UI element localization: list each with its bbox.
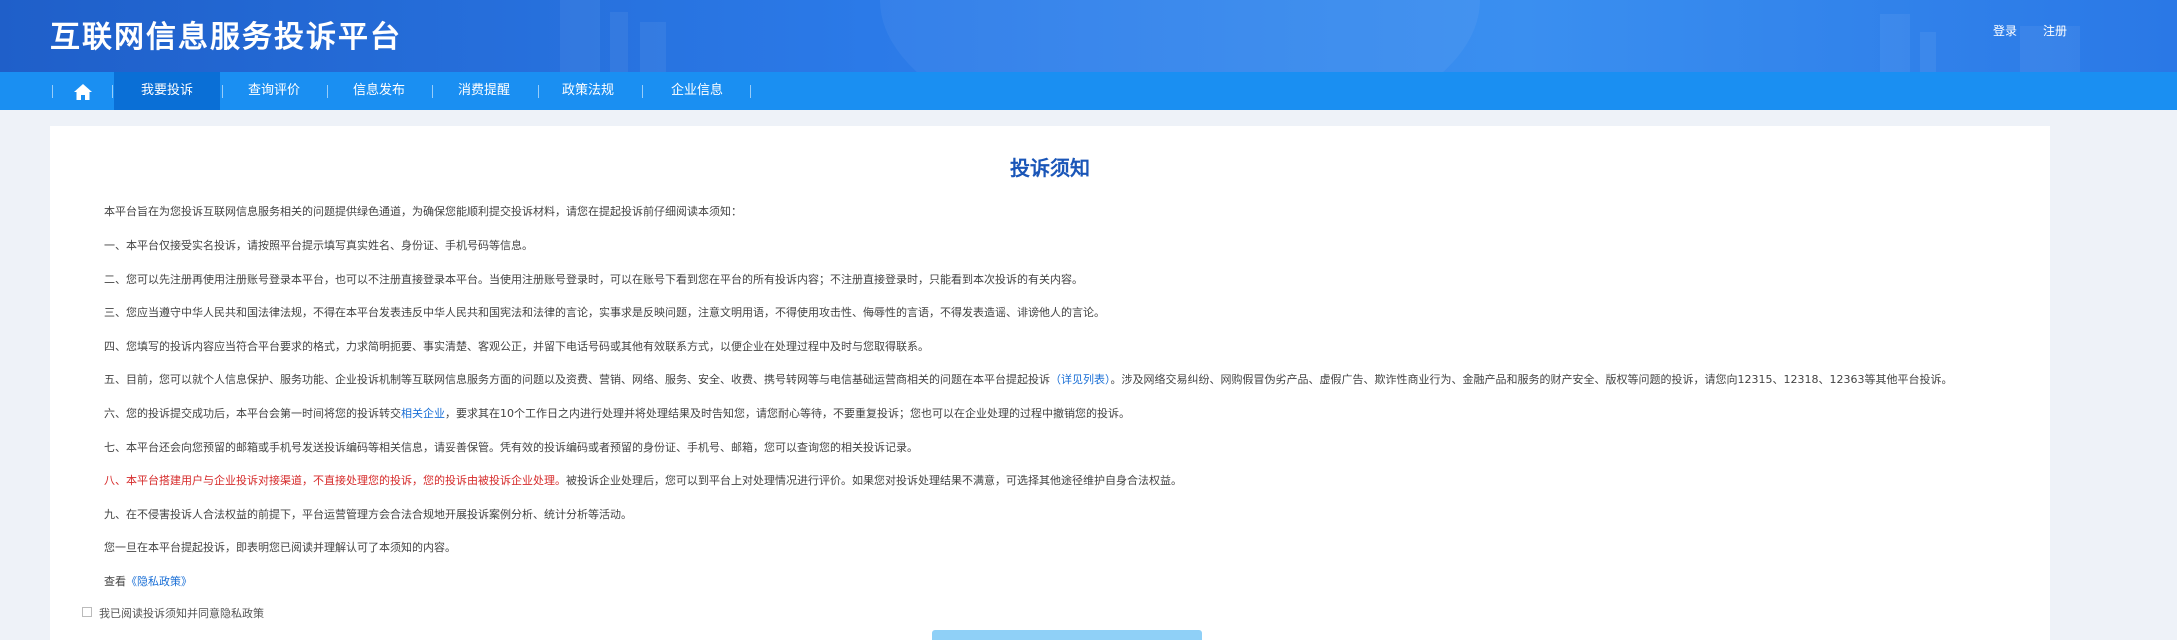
notice-item-3: 三、您应当遵守中华人民共和国法律法规，不得在本平台发表违反中华人民共和国宪法和法… [104, 306, 1105, 319]
header-decoration [1880, 14, 1910, 72]
notice-item-8-text: 被投诉企业处理后，您可以到平台上对处理情况进行评价。如果您对投诉处理结果不满意，… [566, 474, 1182, 487]
header-decoration [560, 0, 600, 72]
notice-intro: 本平台旨在为您投诉互联网信息服务相关的问题提供绿色通道，为确保您能顺利提交投诉材… [104, 205, 742, 218]
notice-item-2: 二、您可以先注册再使用注册账号登录本平台，也可以不注册直接登录本平台。当使用注册… [104, 273, 1083, 286]
nav-item-publish[interactable]: 信息发布 [327, 72, 431, 110]
notice-panel: 投诉须知 本平台旨在为您投诉互联网信息服务相关的问题提供绿色通道，为确保您能顺利… [50, 126, 2050, 640]
notice-title: 投诉须知 [1010, 156, 1090, 180]
home-icon[interactable] [73, 83, 93, 101]
submit-button[interactable] [932, 630, 1202, 640]
site-title: 互联网信息服务投诉平台 [50, 20, 402, 55]
header-decoration [880, 0, 1480, 72]
site-header: 互联网信息服务投诉平台 登录 注册 [0, 0, 2177, 72]
header-decoration [1920, 32, 1936, 72]
notice-item-8: 八、本平台搭建用户与企业投诉对接渠道，不直接处理您的投诉，您的投诉由被投诉企业处… [104, 472, 1182, 488]
agree-label[interactable]: 我已阅读投诉须知并同意隐私政策 [99, 605, 264, 621]
related-enterprise-link[interactable]: 相关企业 [401, 407, 445, 420]
notice-item-4: 四、您填写的投诉内容应当符合平台要求的格式，力求简明扼要、事实清楚、客观公正，并… [104, 340, 929, 353]
nav-separator [112, 85, 113, 98]
header-decoration [640, 22, 666, 72]
privacy-line: 查看《隐私政策》 [104, 573, 192, 589]
notice-item-5-text-cont: 。涉及网络交易纠纷、网购假冒伪劣产品、虚假广告、欺诈性商业行为、金融产品和服务的… [1110, 373, 1953, 386]
notice-item-5: 五、目前，您可以就个人信息保护、服务功能、企业投诉机制等互联网信息服务方面的问题… [104, 371, 1952, 387]
notice-item-6-text: 六、您的投诉提交成功后，本平台会第一时间将您的投诉转交 [104, 407, 401, 420]
nav-item-enterprise[interactable]: 企业信息 [642, 72, 752, 110]
notice-item-6: 六、您的投诉提交成功后，本平台会第一时间将您的投诉转交相关企业，要求其在10个工… [104, 405, 1130, 421]
login-link[interactable]: 登录 [1993, 22, 2017, 39]
agree-checkbox[interactable] [82, 607, 92, 617]
notice-item-8-warning: 八、本平台搭建用户与企业投诉对接渠道，不直接处理您的投诉，您的投诉由被投诉企业处… [104, 474, 566, 487]
privacy-policy-link[interactable]: 《隐私政策》 [126, 575, 192, 588]
register-link[interactable]: 注册 [2043, 22, 2067, 39]
notice-item-7: 七、本平台还会向您预留的邮箱或手机号发送投诉编码等相关信息，请妥善保管。凭有效的… [104, 441, 918, 454]
notice-closing: 您一旦在本平台提起投诉，即表明您已阅读并理解认可了本须知的内容。 [104, 541, 456, 554]
detail-list-link[interactable]: （详见列表） [1050, 373, 1111, 386]
header-decoration [610, 12, 628, 72]
nav-item-complaint[interactable]: 我要投诉 [114, 72, 220, 110]
notice-item-5-text: 五、目前，您可以就个人信息保护、服务功能、企业投诉机制等互联网信息服务方面的问题… [104, 373, 1050, 386]
nav-separator [52, 85, 53, 98]
notice-item-9: 九、在不侵害投诉人合法权益的前提下，平台运营管理方会合法合规地开展投诉案例分析、… [104, 508, 632, 521]
nav-separator [750, 85, 751, 98]
notice-item-1: 一、本平台仅接受实名投诉，请按照平台提示填写真实姓名、身份证、手机号码等信息。 [104, 239, 533, 252]
nav-item-policy[interactable]: 政策法规 [538, 72, 638, 110]
privacy-prefix: 查看 [104, 575, 126, 588]
notice-item-6-text-cont: ，要求其在10个工作日之内进行处理并将处理结果及时告知您，请您耐心等待，不要重复… [445, 407, 1130, 420]
nav-item-consumer-alert[interactable]: 消费提醒 [432, 72, 536, 110]
main-nav: 我要投诉 查询评价 信息发布 消费提醒 政策法规 企业信息 [0, 72, 2177, 110]
nav-item-query[interactable]: 查询评价 [222, 72, 326, 110]
